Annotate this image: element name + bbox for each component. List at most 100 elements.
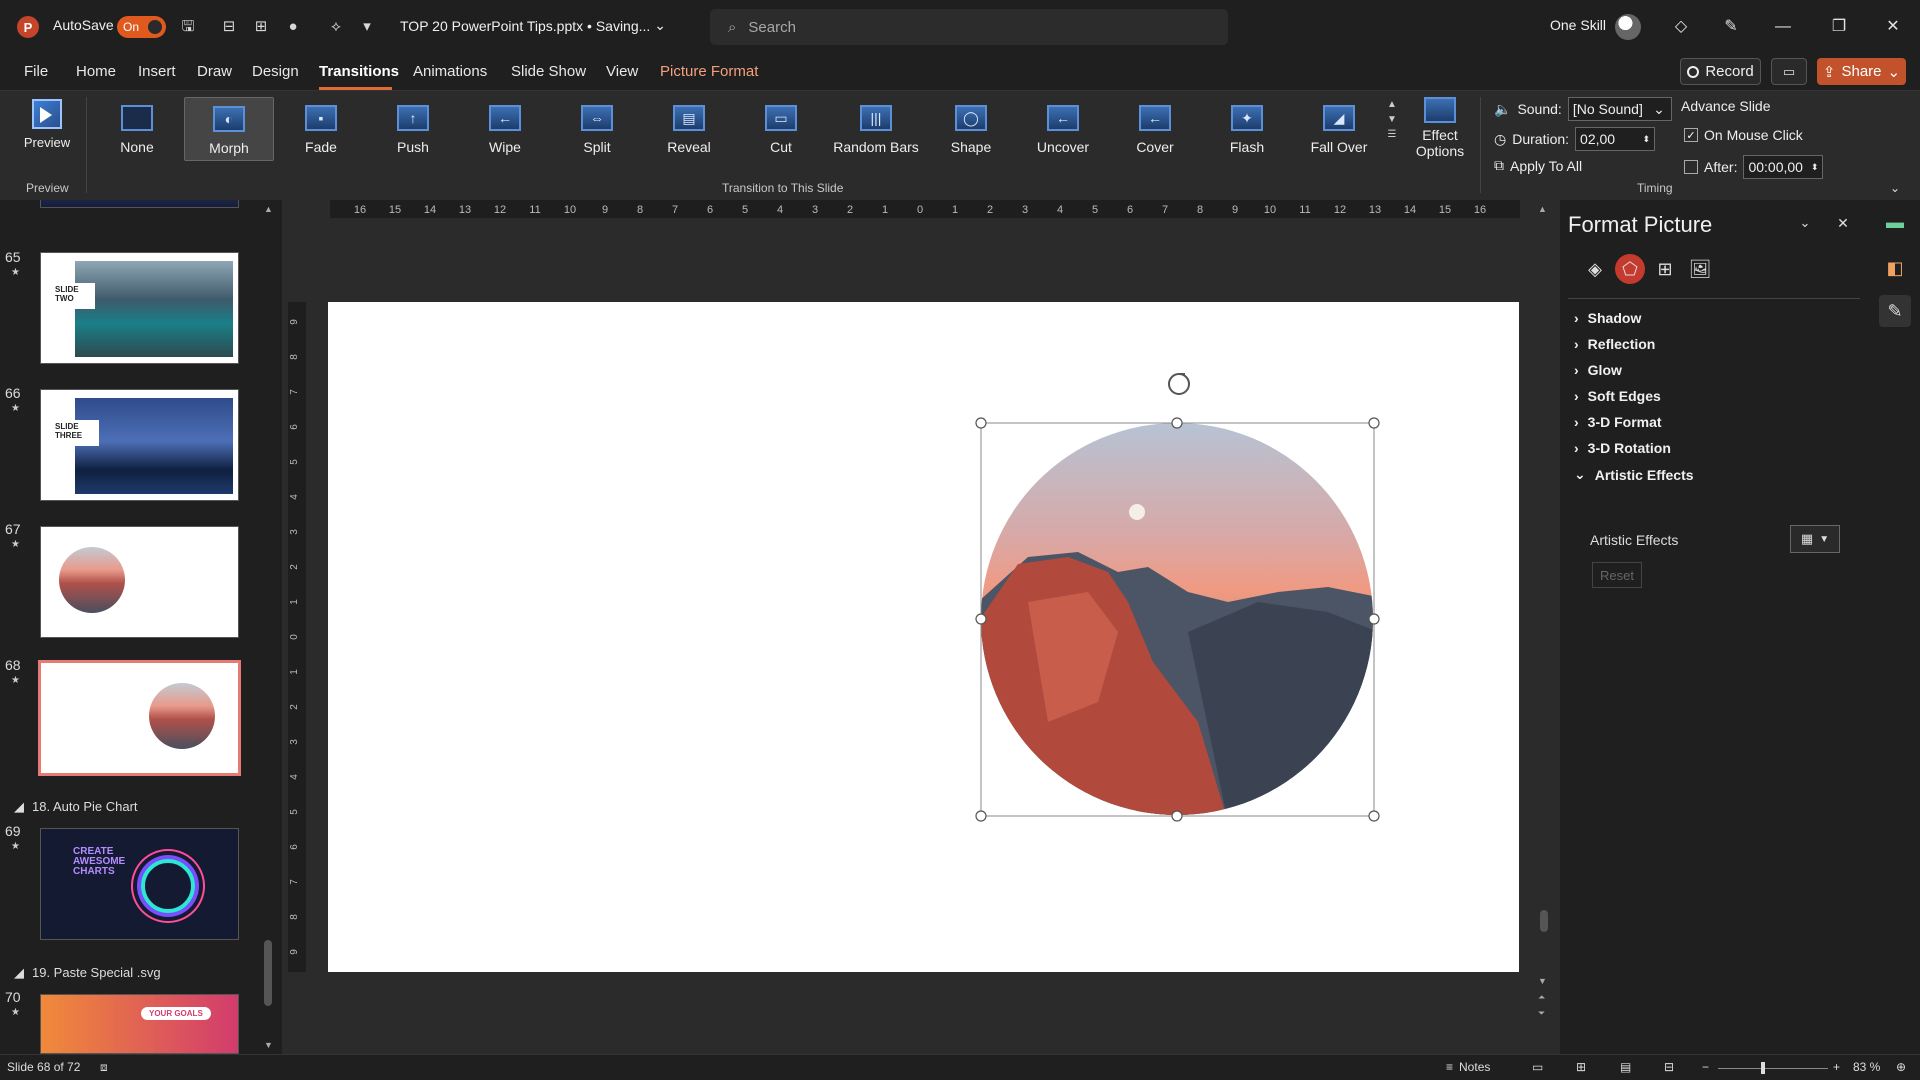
pane-options-icon[interactable]: ⌄ — [1792, 210, 1818, 236]
record-button[interactable]: Record — [1680, 58, 1761, 85]
menu-picture-format[interactable]: Picture Format — [660, 63, 758, 80]
menu-insert[interactable]: Insert — [138, 63, 176, 80]
transition-cut[interactable]: ▭ Cut — [736, 97, 826, 161]
scroll-down-icon[interactable]: ▼ — [1538, 976, 1547, 986]
slide-thumbnail-64[interactable] — [40, 200, 239, 208]
search-box[interactable]: ⌕ Search — [710, 9, 1228, 45]
chevron-down-icon[interactable]: ▼ — [1387, 114, 1397, 125]
section-header[interactable]: ◢ 18. Auto Pie Chart — [14, 799, 138, 815]
present-from-start-icon[interactable]: ⊟ — [218, 16, 240, 38]
fit-to-window-icon[interactable]: ⊕ — [1896, 1060, 1906, 1074]
effect-options-button[interactable]: Effect Options — [1408, 97, 1472, 171]
zoom-out-icon[interactable]: − — [1702, 1060, 1709, 1074]
shape-fill-icon[interactable]: ● — [282, 16, 304, 38]
section-3d-rotation[interactable]: › 3-D Rotation — [1574, 440, 1671, 456]
pen-icon[interactable]: ✎ — [1718, 14, 1744, 40]
transition-wipe[interactable]: ← Wipe — [460, 97, 550, 161]
minimize-icon[interactable]: — — [1770, 14, 1796, 40]
save-icon[interactable]: 🖫 — [177, 16, 199, 38]
document-title[interactable]: TOP 20 PowerPoint Tips.pptx • Saving... … — [400, 17, 666, 34]
slide-canvas[interactable] — [328, 302, 1519, 972]
copilot-icon[interactable]: ◧ — [1879, 252, 1911, 284]
section-shadow[interactable]: › Shadow — [1574, 310, 1641, 326]
preview-button[interactable]: Preview — [18, 99, 76, 169]
transition-fall-over[interactable]: ◢ Fall Over — [1294, 97, 1384, 161]
canvas-scrollbar[interactable]: ▲ ▼ ⏶ ⏷ — [1538, 200, 1552, 1054]
menu-view[interactable]: View — [606, 63, 638, 80]
transition-split[interactable]: ⇔ Split — [552, 97, 642, 161]
accessibility-icon[interactable]: ⧈ — [100, 1060, 108, 1075]
rotate-handle-icon[interactable] — [1168, 373, 1190, 395]
menu-draw[interactable]: Draw — [197, 63, 232, 80]
gallery-more-icon[interactable]: ☰ — [1388, 129, 1397, 140]
artistic-effects-dropdown[interactable]: ▦ ▼ — [1790, 525, 1840, 553]
collapse-ribbon-icon[interactable]: ⌄ — [1882, 175, 1908, 201]
picture-tab-icon[interactable]: 🖼 — [1685, 254, 1715, 284]
slide-show-icon[interactable]: ⊟ — [1664, 1060, 1674, 1074]
slide-thumbnail-67[interactable] — [40, 526, 239, 638]
diamond-icon[interactable]: ◇ — [1668, 14, 1694, 40]
gallery-scroll[interactable]: ▲ ▼ ☰ — [1384, 99, 1400, 163]
transition-cover[interactable]: ← Cover — [1110, 97, 1200, 161]
user-name[interactable]: One Skill — [1550, 17, 1606, 33]
section-header[interactable]: ◢ 19. Paste Special .svg — [14, 965, 161, 981]
section-soft-edges[interactable]: › Soft Edges — [1574, 388, 1661, 404]
fill-line-tab-icon[interactable]: ◈ — [1580, 254, 1610, 284]
reading-view-icon[interactable]: ▤ — [1620, 1060, 1631, 1074]
format-pane-icon[interactable]: ✎ — [1879, 295, 1911, 327]
zoom-slider[interactable] — [1718, 1068, 1828, 1069]
share-button[interactable]: ⇪ Share ⌄ — [1817, 58, 1906, 85]
comments-button[interactable]: ▭ — [1771, 58, 1807, 85]
sound-dropdown[interactable]: [No Sound] ⌄ — [1567, 97, 1672, 121]
normal-view-icon[interactable]: ▭ — [1532, 1060, 1543, 1074]
on-mouse-click-checkbox[interactable]: ✓ On Mouse Click — [1684, 127, 1803, 143]
effects-tab-icon[interactable]: ⬠ — [1615, 254, 1645, 284]
zoom-slider-thumb[interactable] — [1761, 1062, 1765, 1074]
transition-random-bars[interactable]: ||| Random Bars — [828, 97, 924, 161]
after-checkbox[interactable] — [1684, 160, 1698, 174]
transition-morph[interactable]: ◐ Morph — [184, 97, 274, 161]
slide-thumbnail-69[interactable]: CREATE AWESOME CHARTS — [40, 828, 239, 940]
slide-thumbnail-70[interactable]: YOUR GOALS — [40, 994, 239, 1054]
autosave-toggle[interactable]: On — [117, 16, 166, 38]
scroll-thumb[interactable] — [1540, 910, 1548, 932]
size-properties-tab-icon[interactable]: ⊞ — [1650, 254, 1680, 284]
menu-animations[interactable]: Animations — [413, 63, 487, 80]
reset-button[interactable]: Reset — [1592, 562, 1642, 588]
slide-thumbnail-68[interactable] — [38, 660, 241, 776]
after-input[interactable]: 00:00,00 ⬍ — [1743, 155, 1824, 179]
apply-to-all-button[interactable]: ⧉ Apply To All — [1494, 157, 1582, 174]
menu-home[interactable]: Home — [76, 63, 116, 80]
zoom-in-icon[interactable]: + — [1833, 1060, 1840, 1074]
designer-icon[interactable]: ▬ — [1879, 206, 1911, 238]
slide-sorter-icon[interactable]: ⊞ — [1576, 1060, 1586, 1074]
scroll-down-icon[interactable]: ▼ — [264, 1040, 273, 1050]
chevron-up-icon[interactable]: ▲ — [1387, 99, 1397, 110]
transition-reveal[interactable]: ▤ Reveal — [644, 97, 734, 161]
thumbnail-scrollbar[interactable]: ▲ ▼ — [264, 200, 278, 1054]
transition-fade[interactable]: ▪ Fade — [276, 97, 366, 161]
spinner-icon[interactable]: ⬍ — [1642, 134, 1650, 145]
restore-icon[interactable]: ❐ — [1826, 14, 1852, 40]
avatar[interactable] — [1615, 14, 1641, 40]
previous-slide-icon[interactable]: ⏶ — [1538, 992, 1545, 1003]
menu-slide-show[interactable]: Slide Show — [511, 63, 586, 80]
transition-none[interactable]: None — [92, 97, 182, 161]
arrange-icon[interactable]: ⊞ — [250, 16, 272, 38]
duration-input[interactable]: 02,00 ⬍ — [1575, 127, 1656, 151]
section-3d-format[interactable]: › 3-D Format — [1574, 414, 1662, 430]
transition-flash[interactable]: ✦ Flash — [1202, 97, 1292, 161]
scroll-up-icon[interactable]: ▲ — [264, 204, 273, 214]
transition-shape[interactable]: ◯ Shape — [926, 97, 1016, 161]
scroll-thumb[interactable] — [264, 940, 272, 1006]
section-artistic-effects[interactable]: ⌄ Artistic Effects — [1574, 466, 1694, 483]
circle-cropped-picture[interactable] — [978, 422, 1378, 822]
format-painter-icon[interactable]: ⟡ — [325, 16, 347, 38]
close-pane-icon[interactable]: ✕ — [1830, 210, 1856, 236]
menu-transitions[interactable]: Transitions — [319, 63, 399, 80]
transition-uncover[interactable]: ← Uncover — [1018, 97, 1108, 161]
close-icon[interactable]: ✕ — [1880, 14, 1906, 40]
customize-toolbar-icon[interactable]: ▾ — [356, 16, 378, 38]
menu-file[interactable]: File — [24, 63, 48, 80]
slide-thumbnail-66[interactable]: SLIDE THREE — [40, 389, 239, 501]
